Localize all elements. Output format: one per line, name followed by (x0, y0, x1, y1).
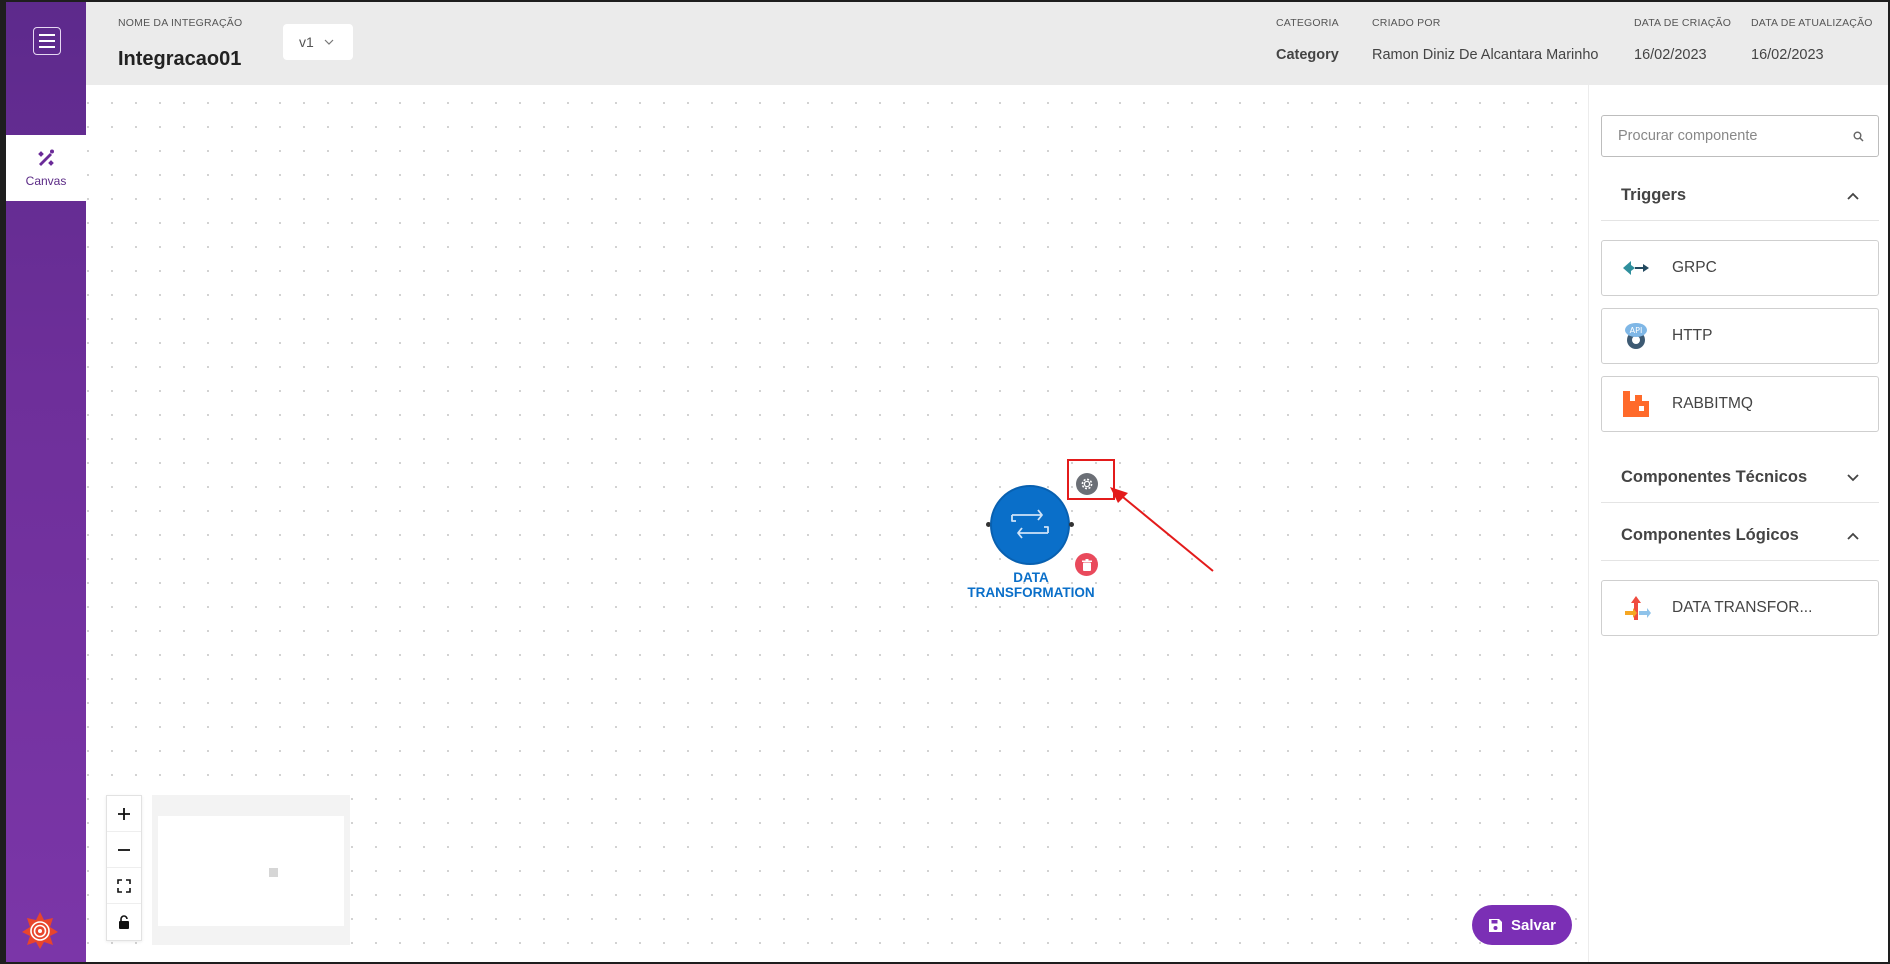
app-logo-icon (22, 912, 58, 949)
lock-button[interactable] (107, 904, 141, 940)
node-output-handle[interactable] (1069, 522, 1074, 527)
search-input[interactable] (1618, 128, 1853, 144)
fit-view-button[interactable] (107, 868, 141, 904)
search-icon[interactable] (1853, 131, 1864, 142)
data-transformation-icon (1620, 592, 1652, 624)
component-item-label: HTTP (1672, 327, 1713, 344)
component-item-label: GRPC (1672, 259, 1717, 276)
lock-icon (119, 915, 129, 929)
hamburger-icon-line (39, 40, 55, 42)
zoom-controls (106, 795, 142, 941)
category-label: CATEGORIA (1276, 17, 1339, 29)
menu-button[interactable] (33, 27, 61, 55)
minimap[interactable] (152, 795, 350, 945)
logicos-title: Componentes Lógicos (1621, 526, 1799, 544)
trash-icon (1081, 558, 1092, 571)
chevron-down-icon (1847, 473, 1859, 481)
hamburger-icon-line (39, 46, 55, 48)
node-settings-button[interactable] (1076, 473, 1098, 495)
api-gear-icon: API (1620, 320, 1652, 352)
annotation-arrow (1110, 487, 1214, 572)
node-label: DATA TRANSFORMATION (966, 570, 1096, 600)
grpc-icon (1620, 252, 1652, 284)
floppy-disk-icon (1488, 918, 1502, 932)
save-button[interactable]: Salvar (1472, 905, 1572, 945)
search-box (1601, 115, 1879, 157)
app-window: Canvas NOME DA INTEGRAÇÃO Integracao01 v… (6, 2, 1888, 962)
zoom-in-button[interactable] (107, 796, 141, 832)
component-item-grpc[interactable]: GRPC (1601, 240, 1879, 296)
rabbitmq-icon (1620, 388, 1652, 420)
category-value: Category (1276, 47, 1339, 63)
created-date-value: 16/02/2023 (1634, 47, 1707, 63)
sidebar-item-label: Canvas (25, 174, 67, 188)
integration-name: Integracao01 (118, 48, 242, 70)
logicos-section-header[interactable]: Componentes Lógicos (1601, 511, 1879, 561)
node-delete-button[interactable] (1075, 553, 1098, 576)
tecnicos-title: Componentes Técnicos (1621, 468, 1808, 486)
updated-date-label: DATA DE ATUALIZAÇÃO (1751, 17, 1873, 29)
triggers-title: Triggers (1621, 186, 1687, 204)
component-item-http[interactable]: API HTTP (1601, 308, 1879, 364)
minimap-viewport (158, 816, 344, 926)
node-label-line-2: TRANSFORMATION (967, 585, 1095, 600)
chevron-down-icon (324, 39, 334, 45)
data-transformation-node[interactable] (990, 485, 1070, 565)
save-button-label: Salvar (1510, 916, 1557, 934)
tecnicos-section-header[interactable]: Componentes Técnicos (1601, 453, 1879, 503)
component-item-label: RABBITMQ (1672, 395, 1753, 412)
chevron-up-icon (1847, 192, 1859, 200)
component-item-label: DATA TRANSFOR... (1672, 599, 1813, 616)
updated-date-value: 16/02/2023 (1751, 47, 1824, 63)
version-value: v1 (299, 34, 314, 50)
created-date-label: DATA DE CRIAÇÃO (1634, 17, 1732, 29)
gear-icon (1081, 478, 1093, 490)
sidebar: Canvas (6, 2, 86, 962)
fit-view-icon (117, 878, 131, 893)
zoom-out-button[interactable] (107, 832, 141, 868)
component-item-rabbitmq[interactable]: RABBITMQ (1601, 376, 1879, 432)
top-header: NOME DA INTEGRAÇÃO Integracao01 v1 CATEG… (86, 2, 1888, 85)
component-panel: Triggers GRPC API H (1588, 85, 1888, 962)
integration-name-label: NOME DA INTEGRAÇÃO (118, 17, 243, 29)
flow-canvas[interactable]: DATA TRANSFORMATION Salvar (86, 85, 1588, 962)
sidebar-item-canvas[interactable]: Canvas (6, 135, 86, 201)
chevron-up-icon (1847, 532, 1859, 540)
version-select[interactable]: v1 (283, 24, 353, 60)
minimap-node (269, 868, 278, 877)
component-item-data-transformation[interactable]: DATA TRANSFOR... (1601, 580, 1879, 636)
transfer-arrows-icon (1011, 509, 1049, 539)
plus-icon (118, 807, 130, 820)
minus-icon (118, 848, 130, 851)
created-by-label: CRIADO POR (1372, 17, 1441, 29)
design-tools-icon (38, 149, 54, 166)
created-by-value: Ramon Diniz De Alcantara Marinho (1372, 47, 1599, 63)
hamburger-icon (39, 34, 55, 36)
triggers-section-header[interactable]: Triggers (1601, 171, 1879, 221)
svg-text:API: API (1630, 326, 1643, 335)
node-label-line-1: DATA (1013, 570, 1049, 585)
